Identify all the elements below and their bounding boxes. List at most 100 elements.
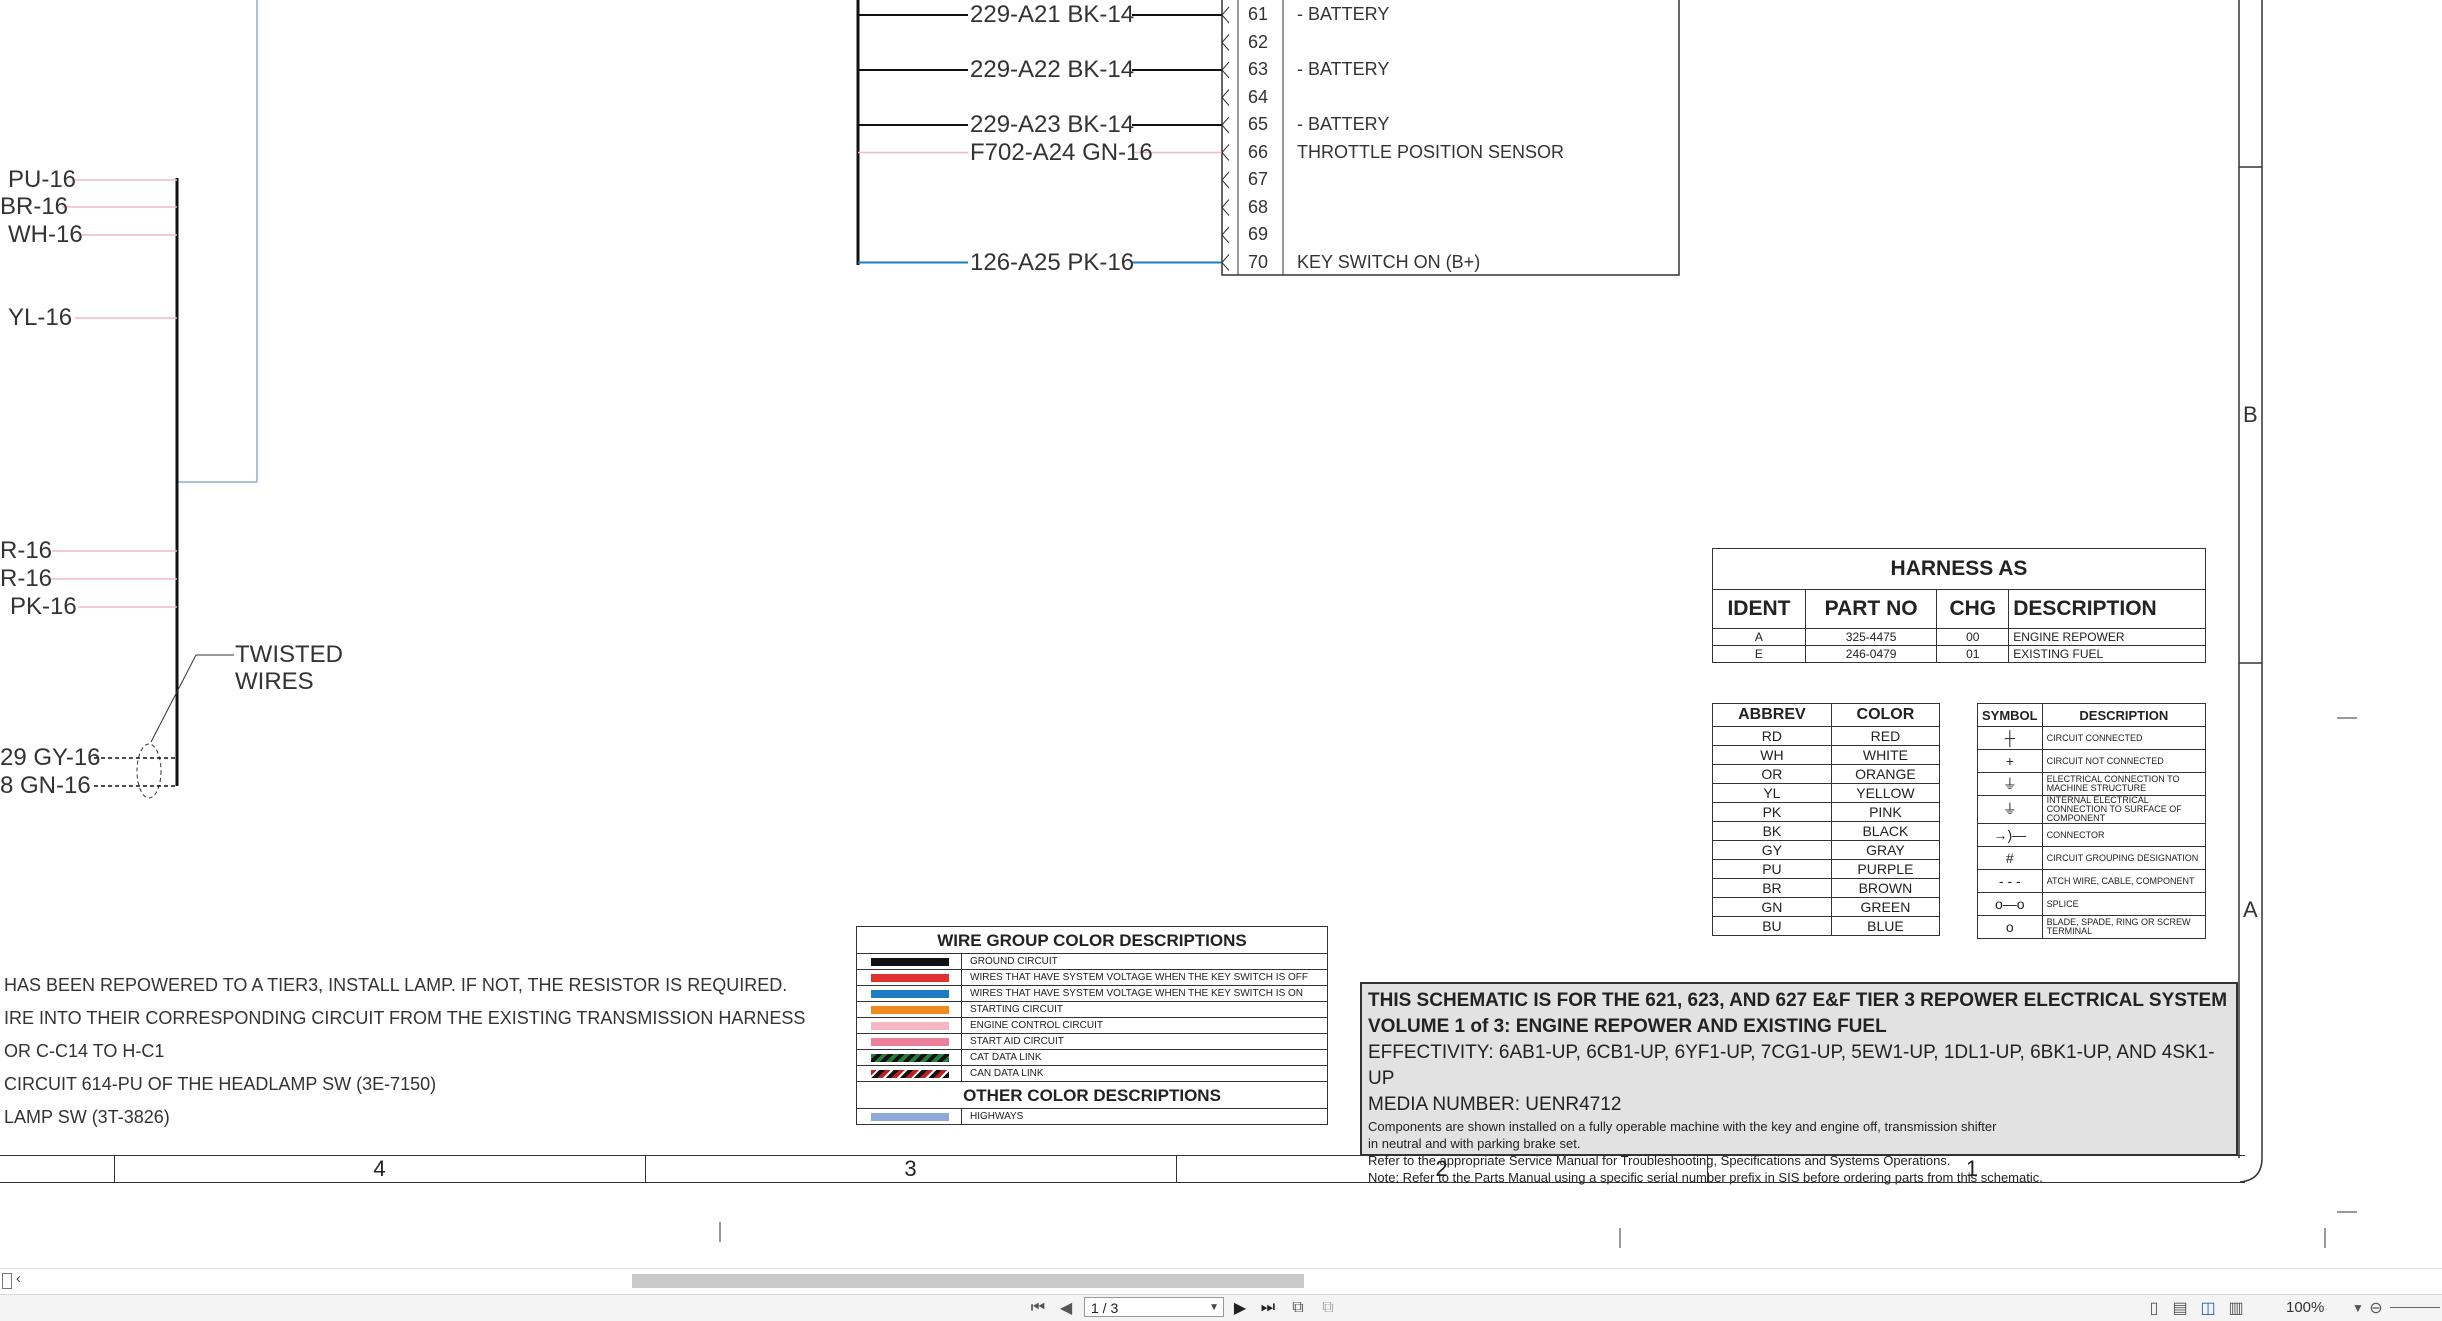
previous-page-icon[interactable]: ◀ — [1056, 1298, 1076, 1318]
wire-label: YL-16 — [8, 304, 73, 331]
schematic-info-box: THIS SCHEMATIC IS FOR THE 621, 623, AND … — [1360, 982, 2238, 1185]
pin-number: 64 — [1248, 86, 1269, 107]
abbrev-cell: BK — [1712, 821, 1832, 841]
pin-description: - BATTERY — [1297, 59, 1390, 79]
legend-label: START AID CIRCUIT — [961, 1034, 1327, 1049]
horizontal-scroll-thumb[interactable] — [632, 1274, 1304, 1288]
legend-row: STARTING CIRCUIT — [857, 1001, 1327, 1017]
copy-page-icon[interactable]: ⧉ — [1288, 1298, 1308, 1318]
connector-pin-icon — [1221, 61, 1230, 79]
table-row: - - - ATCH WIRE, CABLE, COMPONENT — [1977, 869, 2207, 893]
single-page-view-icon[interactable]: ▯ — [2144, 1298, 2164, 1318]
symbol-description: INTERNAL ELECTRICAL CONNECTION TO SURFAC… — [2041, 795, 2207, 824]
table-row: GY GRAY — [1712, 840, 1941, 860]
harness-header: PART NO — [1804, 589, 1938, 629]
abbrev-cell: BLUE — [1830, 916, 1941, 936]
note-line: HAS BEEN REPOWERED TO A TIER3, INSTALL L… — [4, 975, 788, 995]
table-row: ┼ CIRCUIT CONNECTED — [1977, 726, 2207, 750]
note-line: LAMP SW (3T-3826) — [4, 1107, 170, 1127]
abbrev-cell: GRAY — [1830, 840, 1941, 860]
wire-group-legend: WIRE GROUP COLOR DESCRIPTIONS GROUND CIR… — [856, 926, 1328, 1125]
color-swatch — [871, 1021, 949, 1030]
table-row: PK PINK — [1712, 802, 1941, 822]
wire-label: F702-A24 GN-16 — [970, 138, 1153, 166]
symbol-header: DESCRIPTION — [2041, 703, 2207, 727]
abbrev-cell: GREEN — [1830, 897, 1941, 917]
abbrev-cell: ORANGE — [1830, 764, 1941, 784]
harness-header: IDENT — [1712, 589, 1806, 629]
legend-label: CAN DATA LINK — [961, 1066, 1327, 1081]
info-effectivity: EFFECTIVITY: 6AB1-UP, 6CB1-UP, 6YF1-UP, … — [1368, 1042, 2215, 1089]
symbol-description: CONNECTOR — [2041, 823, 2207, 847]
schematic-symbol-icon: →)— — [1977, 823, 2043, 847]
legend-row: CAT DATA LINK — [857, 1049, 1327, 1065]
table-row: RD RED — [1712, 726, 1941, 746]
abbrev-cell: RD — [1712, 726, 1832, 746]
legend-label: CAT DATA LINK — [961, 1050, 1327, 1065]
symbol-description: CIRCUIT CONNECTED — [2041, 726, 2207, 750]
scroll-left-arrow-icon[interactable]: ‹ — [16, 1270, 21, 1287]
abbrev-cell: GY — [1712, 840, 1832, 860]
color-abbrev-table: ABBREV COLOR RD RED WH WHITE OR ORANGE YL YELLO… — [1712, 703, 1941, 936]
zoom-slider[interactable] — [2390, 1307, 2440, 1308]
abbrev-cell: BROWN — [1830, 878, 1941, 898]
chevron-down-icon[interactable]: ▼ — [1209, 1298, 1219, 1318]
two-page-view-icon[interactable]: ◫ — [2198, 1298, 2218, 1318]
abbrev-cell: BR — [1712, 878, 1832, 898]
wire-label: WH-16 — [8, 221, 83, 248]
schematic-symbol-icon: o — [1977, 915, 2043, 939]
harness-title: HARNESS AS — [1712, 548, 2206, 590]
harness-cell: E — [1712, 645, 1806, 663]
harness-table: HARNESS AS IDENT PART NO CHG DESCRIPTION… — [1712, 548, 2206, 663]
abbrev-header: COLOR — [1830, 703, 1941, 727]
table-row: # CIRCUIT GROUPING DESIGNATION — [1977, 846, 2207, 870]
legend-row: GROUND CIRCUIT — [857, 953, 1327, 969]
schematic-symbol-icon: # — [1977, 846, 2043, 870]
harness-cell: EXISTING FUEL — [2008, 645, 2206, 663]
continuous-view-icon[interactable]: ▤ — [2170, 1298, 2190, 1318]
schematic-symbol-icon: ⏚ — [1977, 772, 2043, 796]
symbol-description: BLADE, SPADE, RING OR SCREW TERMINAL — [2041, 915, 2207, 939]
connector-pin-icon — [1221, 116, 1230, 134]
harness-cell: 325-4475 — [1804, 628, 1938, 646]
row-letter: A — [2243, 897, 2258, 922]
legend-label: WIRES THAT HAVE SYSTEM VOLTAGE WHEN THE … — [961, 986, 1327, 1001]
paste-page-icon[interactable]: ⧉ — [1318, 1298, 1338, 1318]
harness-header: CHG — [1936, 589, 2010, 629]
pin-description: - BATTERY — [1297, 4, 1390, 24]
table-row: A 325-4475 00 ENGINE REPOWER — [1712, 628, 2206, 646]
schematic-symbol-icon: ┼ — [1977, 726, 2043, 750]
harness-cell: 246-0479 — [1804, 645, 1938, 663]
scroll-left-edge-icon[interactable] — [2, 1273, 12, 1289]
pin-number: 68 — [1248, 196, 1269, 217]
legend-label: WIRES THAT HAVE SYSTEM VOLTAGE WHEN THE … — [961, 970, 1327, 985]
legend-label: STARTING CIRCUIT — [961, 1002, 1327, 1017]
color-swatch — [871, 1005, 949, 1014]
symbol-description: SPLICE — [2041, 892, 2207, 916]
two-page-continuous-icon[interactable]: ▥ — [2226, 1298, 2246, 1318]
note-line: OR C-C14 TO H-C1 — [4, 1041, 165, 1061]
zoom-level[interactable]: 100% — [2286, 1299, 2324, 1316]
zoom-out-icon[interactable]: ⊖ — [2366, 1298, 2386, 1318]
page-number-input[interactable]: 1 / 3 ▼ — [1084, 1297, 1224, 1317]
symbol-legend-table: SYMBOL DESCRIPTION ┼ CIRCUIT CONNECTED + CI… — [1977, 703, 2207, 939]
info-media-number: MEDIA NUMBER: UENR4712 — [1368, 1094, 1622, 1115]
abbrev-header: ABBREV — [1712, 703, 1832, 727]
info-volume: VOLUME 1 of 3: ENGINE REPOWER AND EXISTI… — [1368, 1016, 1887, 1037]
wire-label: 229-A21 BK-14 — [970, 1, 1135, 28]
pin-number: 66 — [1248, 141, 1269, 162]
harness-cell: A — [1712, 628, 1806, 646]
pin-description: - BATTERY — [1297, 114, 1390, 134]
abbrev-cell: YELLOW — [1830, 783, 1941, 803]
next-page-icon[interactable]: ▶ — [1230, 1298, 1250, 1318]
table-row: WH WHITE — [1712, 745, 1941, 765]
zone-number: 3 — [645, 1156, 1177, 1182]
first-page-icon[interactable]: ⏮ — [1028, 1298, 1048, 1318]
abbrev-cell: PURPLE — [1830, 859, 1941, 879]
color-swatch — [871, 1053, 949, 1062]
last-page-icon[interactable]: ⏭ — [1258, 1298, 1278, 1318]
zoom-dropdown-icon[interactable]: ▼ — [2348, 1298, 2368, 1318]
abbrev-cell: OR — [1712, 764, 1832, 784]
abbrev-cell: PU — [1712, 859, 1832, 879]
legend-row: WIRES THAT HAVE SYSTEM VOLTAGE WHEN THE … — [857, 969, 1327, 985]
